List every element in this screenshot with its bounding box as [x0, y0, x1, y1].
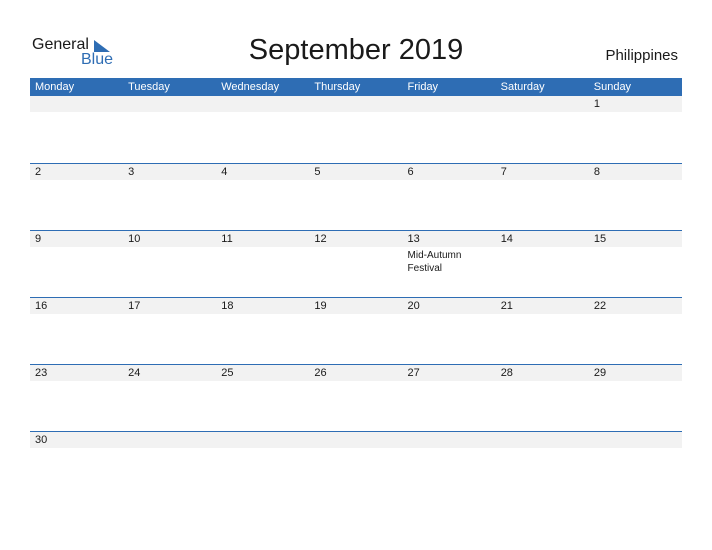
weekday-tuesday: Tuesday: [128, 81, 170, 93]
day-cell[interactable]: 4: [216, 164, 309, 230]
day-cell[interactable]: [123, 96, 216, 162]
day-number: 26: [314, 367, 327, 379]
day-cell[interactable]: [216, 96, 309, 162]
day-number: 18: [221, 300, 234, 312]
day-cell[interactable]: [496, 432, 589, 498]
day-number: 22: [593, 300, 607, 312]
day-cell[interactable]: 17: [123, 298, 216, 364]
weekday-friday: Friday: [407, 81, 439, 93]
day-cell[interactable]: 20: [403, 298, 496, 364]
day-number: 8: [593, 166, 600, 178]
day-number: 3: [128, 166, 135, 178]
day-number: 14: [500, 233, 513, 245]
day-number: 10: [128, 233, 141, 245]
day-cell[interactable]: 26: [309, 365, 402, 431]
day-number: 4: [221, 166, 228, 178]
day-number: 15: [593, 233, 607, 245]
day-cell[interactable]: 15: [589, 231, 682, 297]
day-cell[interactable]: 11: [216, 231, 309, 297]
holiday-label: Mid-Autumn Festival: [407, 250, 462, 274]
day-cell[interactable]: 3: [123, 164, 216, 230]
day-cell[interactable]: 10: [123, 231, 216, 297]
day-number: 28: [500, 367, 513, 379]
day-cell[interactable]: 22: [589, 298, 682, 364]
week-row: 9 10 11 12 13 Mid-Autumn Festival 14 15: [30, 230, 682, 297]
day-number: 17: [128, 300, 141, 312]
week-row: 30: [30, 431, 682, 498]
day-number: 21: [500, 300, 513, 312]
day-number: 7: [500, 166, 507, 178]
day-cell[interactable]: 13 Mid-Autumn Festival: [403, 231, 496, 297]
day-cell[interactable]: 25: [216, 365, 309, 431]
day-cell[interactable]: 8: [589, 164, 682, 230]
day-cell[interactable]: [496, 96, 589, 162]
day-cell[interactable]: [309, 96, 402, 162]
day-cell[interactable]: 21: [496, 298, 589, 364]
day-cell[interactable]: 7: [496, 164, 589, 230]
day-cell[interactable]: 16: [30, 298, 123, 364]
day-number: 1: [593, 98, 600, 110]
week-row: 16 17 18 19 20 21 22: [30, 297, 682, 364]
day-cell[interactable]: 12: [309, 231, 402, 297]
day-cell[interactable]: 6: [403, 164, 496, 230]
day-cell[interactable]: 18: [216, 298, 309, 364]
weekday-monday: Monday: [35, 81, 75, 93]
weekday-header: Monday Tuesday Wednesday Thursday Friday…: [30, 78, 682, 96]
day-number: 25: [221, 367, 234, 379]
weekday-sunday: Sunday: [593, 81, 632, 93]
day-number: 12: [314, 233, 327, 245]
weekday-thursday: Thursday: [314, 81, 361, 93]
day-cell[interactable]: [123, 432, 216, 498]
day-cell[interactable]: [309, 432, 402, 498]
day-cell[interactable]: 1: [589, 96, 682, 162]
day-number: 19: [314, 300, 327, 312]
day-cell[interactable]: [30, 96, 123, 162]
day-cell[interactable]: [216, 432, 309, 498]
week-row: 1: [30, 96, 682, 162]
day-number: 27: [407, 367, 420, 379]
day-cell[interactable]: 14: [496, 231, 589, 297]
day-number: 2: [35, 166, 42, 178]
weekday-saturday: Saturday: [500, 81, 545, 93]
day-number: 9: [35, 233, 42, 245]
day-number: 5: [314, 166, 321, 178]
week-row: 23 24 25 26 27 28 29: [30, 364, 682, 431]
weekday-wednesday: Wednesday: [221, 81, 280, 93]
day-cell[interactable]: 9: [30, 231, 123, 297]
day-number: 29: [593, 367, 607, 379]
day-cell[interactable]: 28: [496, 365, 589, 431]
day-number: 13: [407, 233, 420, 245]
day-number: 30: [35, 434, 48, 446]
day-cell[interactable]: [403, 432, 496, 498]
day-cell[interactable]: [589, 432, 682, 498]
day-cell[interactable]: 2: [30, 164, 123, 230]
day-cell[interactable]: 27: [403, 365, 496, 431]
day-number: 20: [407, 300, 420, 312]
week-row: 2 3 4 5 6 7 8: [30, 163, 682, 230]
day-number: 16: [35, 300, 48, 312]
day-number: 6: [407, 166, 414, 178]
day-cell[interactable]: 24: [123, 365, 216, 431]
day-number: 24: [128, 367, 141, 379]
day-cell[interactable]: [403, 96, 496, 162]
day-number: 23: [35, 367, 48, 379]
day-cell[interactable]: 5: [309, 164, 402, 230]
day-cell[interactable]: 29: [589, 365, 682, 431]
day-cell[interactable]: 30: [30, 432, 123, 498]
day-number: 11: [221, 233, 233, 245]
day-cell[interactable]: 23: [30, 365, 123, 431]
country-label: Philippines: [605, 47, 678, 64]
day-cell[interactable]: 19: [309, 298, 402, 364]
